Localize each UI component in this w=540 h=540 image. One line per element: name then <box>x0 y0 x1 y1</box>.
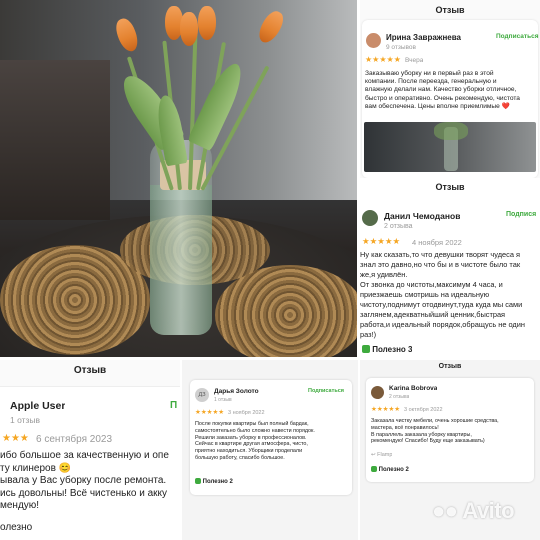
card-header: Отзыв <box>435 5 465 15</box>
review-text: ибо большое за качественную и опе ту кли… <box>0 450 169 511</box>
card-header: Отзыв <box>435 182 465 192</box>
review-count: 1 отзыв <box>10 415 41 425</box>
author-name: Данил Чемоданов <box>384 211 461 221</box>
review-card-darya: ДЗ Дарья Золото Подписаться 1 отзыв ★★★★… <box>182 360 358 540</box>
rating-stars: ★★★★★ <box>362 236 401 246</box>
avatar <box>362 210 378 226</box>
subscribe-button[interactable]: Подпися <box>506 211 536 218</box>
review-count: 2 отзыва <box>384 223 413 230</box>
rating-stars: ★★★★★ <box>195 409 225 416</box>
review-date: 4 ноября 2022 <box>412 238 462 247</box>
thumbs-up-icon <box>371 466 377 472</box>
subscribe-button[interactable]: П <box>170 400 177 411</box>
review-card-apple-user: Отзыв Apple User П 1 отзыв ★★★ 6 сентябр… <box>0 360 180 540</box>
avatar: ДЗ <box>195 388 209 402</box>
reply-icon: ↩ <box>371 452 376 458</box>
review-date: 6 сентября 2023 <box>36 434 113 445</box>
helpful-button[interactable]: Полезно 3 <box>362 345 412 354</box>
avatar <box>371 386 384 399</box>
avito-watermark: ●● Avito <box>432 498 515 523</box>
author-name: Karina Bobrova <box>389 385 438 392</box>
helpful-button[interactable]: олезно <box>0 522 32 533</box>
rating-stars: ★★★ <box>2 433 29 444</box>
rating-stars: ★★★★★ <box>365 55 401 64</box>
helpful-button[interactable]: Полезно 2 <box>371 466 409 473</box>
subscribe-button[interactable]: Подписаться <box>308 388 344 394</box>
tulip-photo <box>0 0 357 357</box>
author-name: Ирина Завражнева <box>386 33 461 42</box>
review-date: 3 октября 2022 <box>404 407 443 413</box>
review-text: После покупки квартиры был полный бардак… <box>195 421 315 461</box>
review-text: Заказала чистку мебели, очень хорошие ср… <box>371 418 499 445</box>
review-count: 1 отзыв <box>214 397 232 403</box>
author-name: Дарья Золото <box>214 388 259 395</box>
review-date: Вчера <box>405 57 424 64</box>
review-count: 9 отзывов <box>386 44 416 51</box>
thumbs-up-icon <box>195 478 201 484</box>
card-header: Отзыв <box>438 363 462 370</box>
helpful-button[interactable]: Полезно 2 <box>195 478 233 485</box>
subscribe-button[interactable]: Подписаться <box>496 33 539 40</box>
review-text: Ну как сказать,то что девушки творят чуд… <box>360 250 525 339</box>
review-text: Заказываю уборку ни в первый раз в этой … <box>365 70 520 110</box>
rating-stars: ★★★★★ <box>371 406 401 413</box>
avatar <box>366 33 381 48</box>
review-photo[interactable] <box>364 122 536 172</box>
card-header: Отзыв <box>73 365 107 376</box>
review-card-danil: Отзыв Данил Чемоданов Подпися 2 отзыва ★… <box>360 178 540 360</box>
thumbs-up-icon <box>362 345 370 353</box>
reply-link[interactable]: ↩ Flamp <box>371 452 392 458</box>
author-name: Apple User <box>10 400 66 412</box>
review-card-irina: Отзыв Ирина Завражнева Подписаться 9 отз… <box>360 0 540 178</box>
avito-logo-icon: ●● <box>432 498 458 523</box>
review-date: 3 ноября 2022 <box>228 410 265 416</box>
review-count: 2 отзыва <box>389 394 410 400</box>
